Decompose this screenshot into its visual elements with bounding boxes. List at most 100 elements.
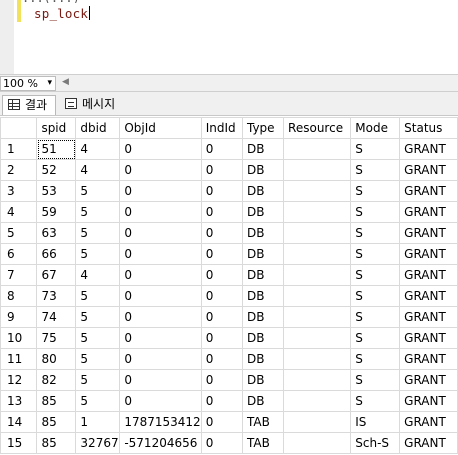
table-cell[interactable]: 0 xyxy=(200,390,243,412)
column-header[interactable]: dbid xyxy=(75,117,121,139)
table-cell[interactable] xyxy=(283,432,352,454)
table-row[interactable]: 3 53 5 0 0 DB S GRANT xyxy=(0,180,458,202)
table-cell[interactable]: GRANT xyxy=(399,264,458,286)
table-cell[interactable]: 80 xyxy=(36,348,77,370)
table-cell[interactable]: DB xyxy=(241,243,285,265)
column-header[interactable]: spid xyxy=(36,117,77,139)
table-cell[interactable]: 0 xyxy=(200,201,243,223)
table-cell[interactable] xyxy=(283,180,352,202)
table-cell[interactable]: GRANT xyxy=(399,159,458,181)
table-cell[interactable]: S xyxy=(350,222,401,244)
table-row[interactable]: 11 80 5 0 0 DB S GRANT xyxy=(0,348,458,370)
table-row[interactable]: 10 75 5 0 0 DB S GRANT xyxy=(0,327,458,349)
table-cell[interactable] xyxy=(283,327,352,349)
table-cell[interactable]: 0 xyxy=(200,243,243,265)
row-number[interactable]: 9 xyxy=(0,306,38,328)
row-number[interactable]: 12 xyxy=(0,369,38,391)
table-cell[interactable]: GRANT xyxy=(399,138,458,160)
table-cell[interactable]: DB xyxy=(241,201,285,223)
table-cell[interactable]: DB xyxy=(241,306,285,328)
table-cell[interactable]: 0 xyxy=(200,306,243,328)
table-cell[interactable] xyxy=(283,243,352,265)
table-cell[interactable]: 4 xyxy=(75,138,121,160)
table-cell[interactable]: 0 xyxy=(200,264,243,286)
table-cell[interactable]: 63 xyxy=(36,222,77,244)
table-cell[interactable]: 0 xyxy=(119,264,202,286)
table-cell[interactable]: GRANT xyxy=(399,285,458,307)
table-cell[interactable]: 0 xyxy=(119,201,202,223)
query-editor[interactable]: ...(...) sp_lock xyxy=(0,0,458,74)
zoom-select[interactable]: 100 % ▾ xyxy=(0,76,56,91)
table-cell[interactable]: DB xyxy=(241,138,285,160)
table-cell[interactable]: S xyxy=(350,159,401,181)
table-cell[interactable]: 0 xyxy=(200,327,243,349)
table-cell[interactable]: 52 xyxy=(36,159,77,181)
table-cell[interactable]: 0 xyxy=(119,180,202,202)
row-number[interactable]: 7 xyxy=(0,264,38,286)
table-cell[interactable]: 0 xyxy=(200,369,243,391)
table-cell[interactable]: 0 xyxy=(200,159,243,181)
table-cell[interactable] xyxy=(283,411,352,433)
table-cell[interactable]: 5 xyxy=(75,327,121,349)
row-number[interactable]: 8 xyxy=(0,285,38,307)
table-cell[interactable]: DB xyxy=(241,285,285,307)
column-header[interactable]: Mode xyxy=(350,117,401,139)
table-cell[interactable]: 0 xyxy=(200,138,243,160)
table-cell[interactable]: 5 xyxy=(75,180,121,202)
table-cell[interactable]: 4 xyxy=(75,264,121,286)
table-cell[interactable]: DB xyxy=(241,264,285,286)
table-cell[interactable] xyxy=(283,201,352,223)
table-cell[interactable]: GRANT xyxy=(399,243,458,265)
table-cell[interactable]: 0 xyxy=(119,138,202,160)
table-cell[interactable]: 0 xyxy=(119,285,202,307)
table-cell[interactable]: 75 xyxy=(36,327,77,349)
table-cell[interactable]: 0 xyxy=(119,369,202,391)
table-cell[interactable]: GRANT xyxy=(399,390,458,412)
table-cell[interactable]: 4 xyxy=(75,159,121,181)
table-cell[interactable] xyxy=(283,306,352,328)
chevron-down-icon[interactable]: ▾ xyxy=(47,77,52,90)
table-cell[interactable]: 67 xyxy=(36,264,77,286)
table-row[interactable]: 14 85 1 1787153412 0 TAB IS GRANT xyxy=(0,411,458,433)
table-cell[interactable]: 5 xyxy=(75,348,121,370)
table-cell[interactable]: 0 xyxy=(200,432,243,454)
table-cell[interactable] xyxy=(283,138,352,160)
tab-messages[interactable]: 메시지 xyxy=(60,95,124,115)
table-row[interactable]: 4 59 5 0 0 DB S GRANT xyxy=(0,201,458,223)
column-header[interactable]: Resource xyxy=(283,117,352,139)
column-header[interactable]: IndId xyxy=(200,117,243,139)
table-cell[interactable]: 32767 xyxy=(75,432,121,454)
table-cell[interactable]: 0 xyxy=(119,243,202,265)
row-number[interactable]: 14 xyxy=(0,411,38,433)
table-cell[interactable]: 0 xyxy=(119,327,202,349)
table-row[interactable]: 6 66 5 0 0 DB S GRANT xyxy=(0,243,458,265)
table-cell[interactable]: DB xyxy=(241,369,285,391)
table-cell[interactable]: S xyxy=(350,327,401,349)
table-cell[interactable]: 59 xyxy=(36,201,77,223)
table-cell[interactable]: 5 xyxy=(75,243,121,265)
table-cell[interactable]: IS xyxy=(350,411,401,433)
table-cell[interactable]: 0 xyxy=(200,285,243,307)
table-cell[interactable]: 5 xyxy=(75,222,121,244)
column-header[interactable]: Type xyxy=(241,117,285,139)
table-cell[interactable]: 5 xyxy=(75,390,121,412)
table-cell[interactable]: S xyxy=(350,348,401,370)
table-row[interactable]: 2 52 4 0 0 DB S GRANT xyxy=(0,159,458,181)
table-cell[interactable]: S xyxy=(350,201,401,223)
table-cell[interactable]: 0 xyxy=(200,180,243,202)
table-row[interactable]: 7 67 4 0 0 DB S GRANT xyxy=(0,264,458,286)
table-cell[interactable]: S xyxy=(350,369,401,391)
row-number[interactable]: 10 xyxy=(0,327,38,349)
table-cell[interactable] xyxy=(283,285,352,307)
table-cell[interactable]: 5 xyxy=(75,285,121,307)
table-row[interactable]: 12 82 5 0 0 DB S GRANT xyxy=(0,369,458,391)
tab-results[interactable]: 결과 xyxy=(2,95,56,115)
table-cell[interactable]: S xyxy=(350,390,401,412)
table-cell[interactable]: GRANT xyxy=(399,201,458,223)
table-cell[interactable]: 85 xyxy=(36,432,77,454)
table-cell[interactable]: 0 xyxy=(200,411,243,433)
table-cell[interactable]: 0 xyxy=(200,222,243,244)
table-cell[interactable]: GRANT xyxy=(399,222,458,244)
column-header[interactable]: Status xyxy=(399,117,458,139)
table-cell[interactable]: 0 xyxy=(119,222,202,244)
